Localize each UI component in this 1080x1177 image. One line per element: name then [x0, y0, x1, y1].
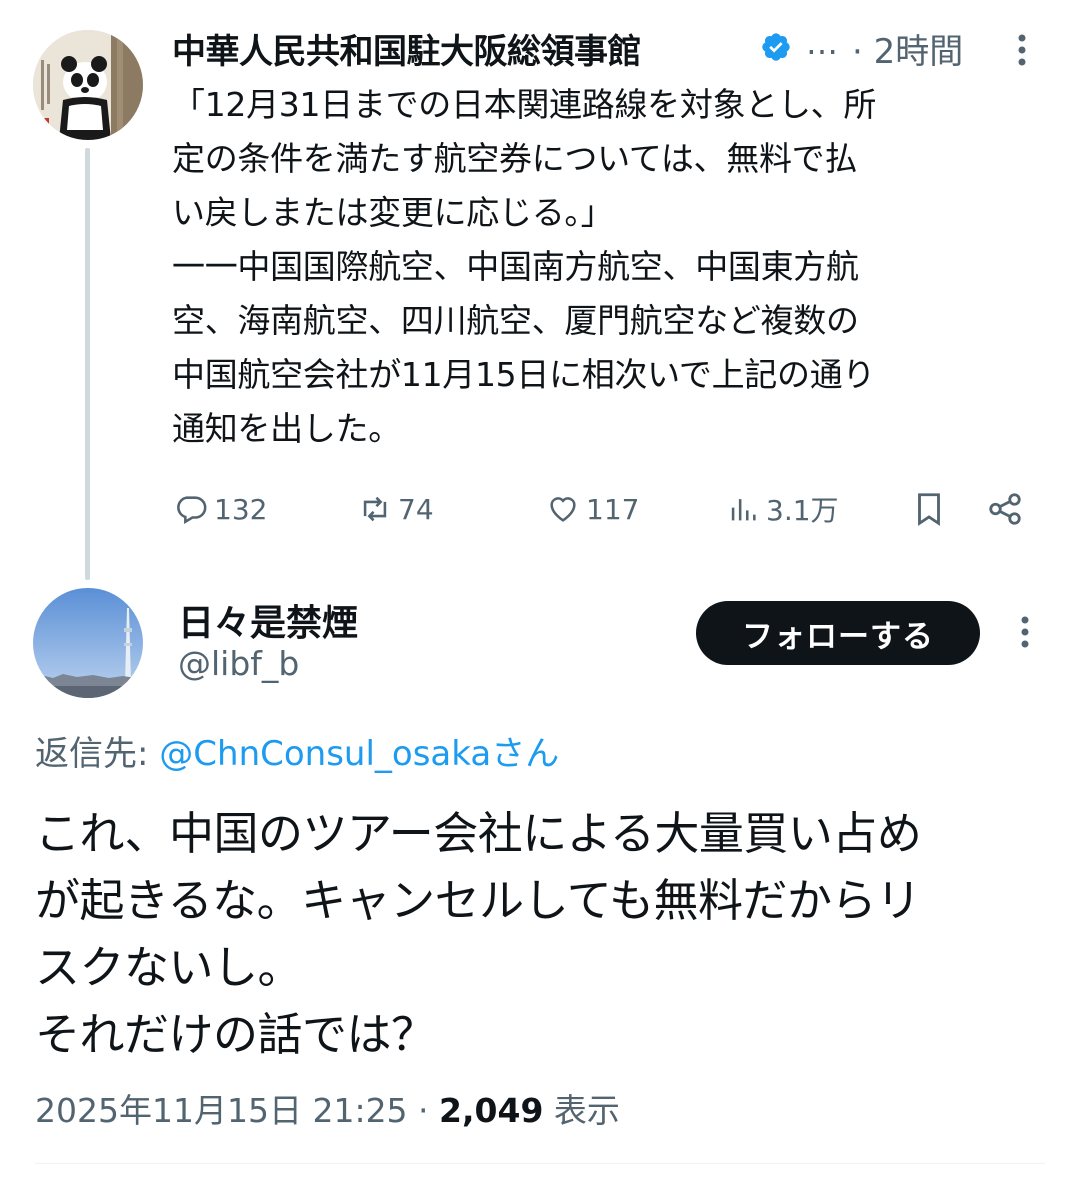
author-name[interactable]: 日々是禁煙	[178, 594, 358, 646]
thread-connector-line	[85, 148, 90, 580]
more-options-icon[interactable]	[1012, 30, 1032, 70]
reply-icon	[177, 496, 207, 525]
heart-icon	[550, 497, 576, 522]
replying-to-label: 返信先:	[35, 734, 149, 774]
analytics-icon	[731, 499, 756, 521]
like-count: 117	[586, 492, 640, 526]
reply-count: 132	[214, 492, 268, 526]
view-label: 表示	[543, 1091, 620, 1130]
avatar[interactable]	[33, 588, 143, 698]
tweet-timestamp[interactable]: 2025年11月15日 21:25 ·	[35, 1091, 439, 1130]
skytree-avatar-image	[33, 588, 143, 698]
author-name[interactable]: 中華人民共和国駐大阪総領事館	[172, 24, 642, 73]
retweet-count: 74	[398, 492, 434, 526]
tweet-view-count: 2,049	[439, 1091, 544, 1130]
share-button[interactable]	[986, 484, 1024, 534]
tweet-time[interactable]: · 2時間	[852, 24, 963, 73]
retweet-button[interactable]: 74	[358, 484, 434, 534]
retweet-icon	[363, 496, 387, 522]
reply-mention-link[interactable]: @ChnConsul_osakaさん	[159, 734, 559, 774]
views-button[interactable]: 3.1万	[726, 484, 839, 534]
tweet-text: これ、中国のツアー会社による大量買い占め が起きるな。キャンセルしても無料だから…	[35, 807, 922, 1061]
avatar[interactable]	[33, 30, 143, 140]
like-button[interactable]: 117	[546, 484, 639, 534]
reply-button[interactable]: 132	[174, 484, 267, 534]
replying-to: 返信先: @ChnConsul_osakaさん	[35, 726, 559, 775]
bookmark-icon	[918, 493, 940, 526]
more-options-icon[interactable]	[1015, 612, 1035, 652]
follow-button[interactable]: フォローする	[696, 601, 980, 665]
view-count: 3.1万	[766, 494, 839, 527]
share-icon	[989, 493, 1021, 525]
tweet-metadata: 2025年11月15日 21:25 · 2,049 表示	[35, 1084, 620, 1132]
panda-avatar-image	[33, 30, 143, 140]
author-handle[interactable]: @libf_b	[178, 644, 299, 683]
tweet-text: 「12月31日までの日本関連路線を対象とし、所 定の条件を満たす航空券については…	[172, 85, 877, 448]
verified-badge-icon	[762, 33, 790, 61]
name-truncation: …	[806, 24, 838, 62]
divider	[35, 1163, 1045, 1164]
bookmark-button[interactable]	[910, 484, 948, 534]
